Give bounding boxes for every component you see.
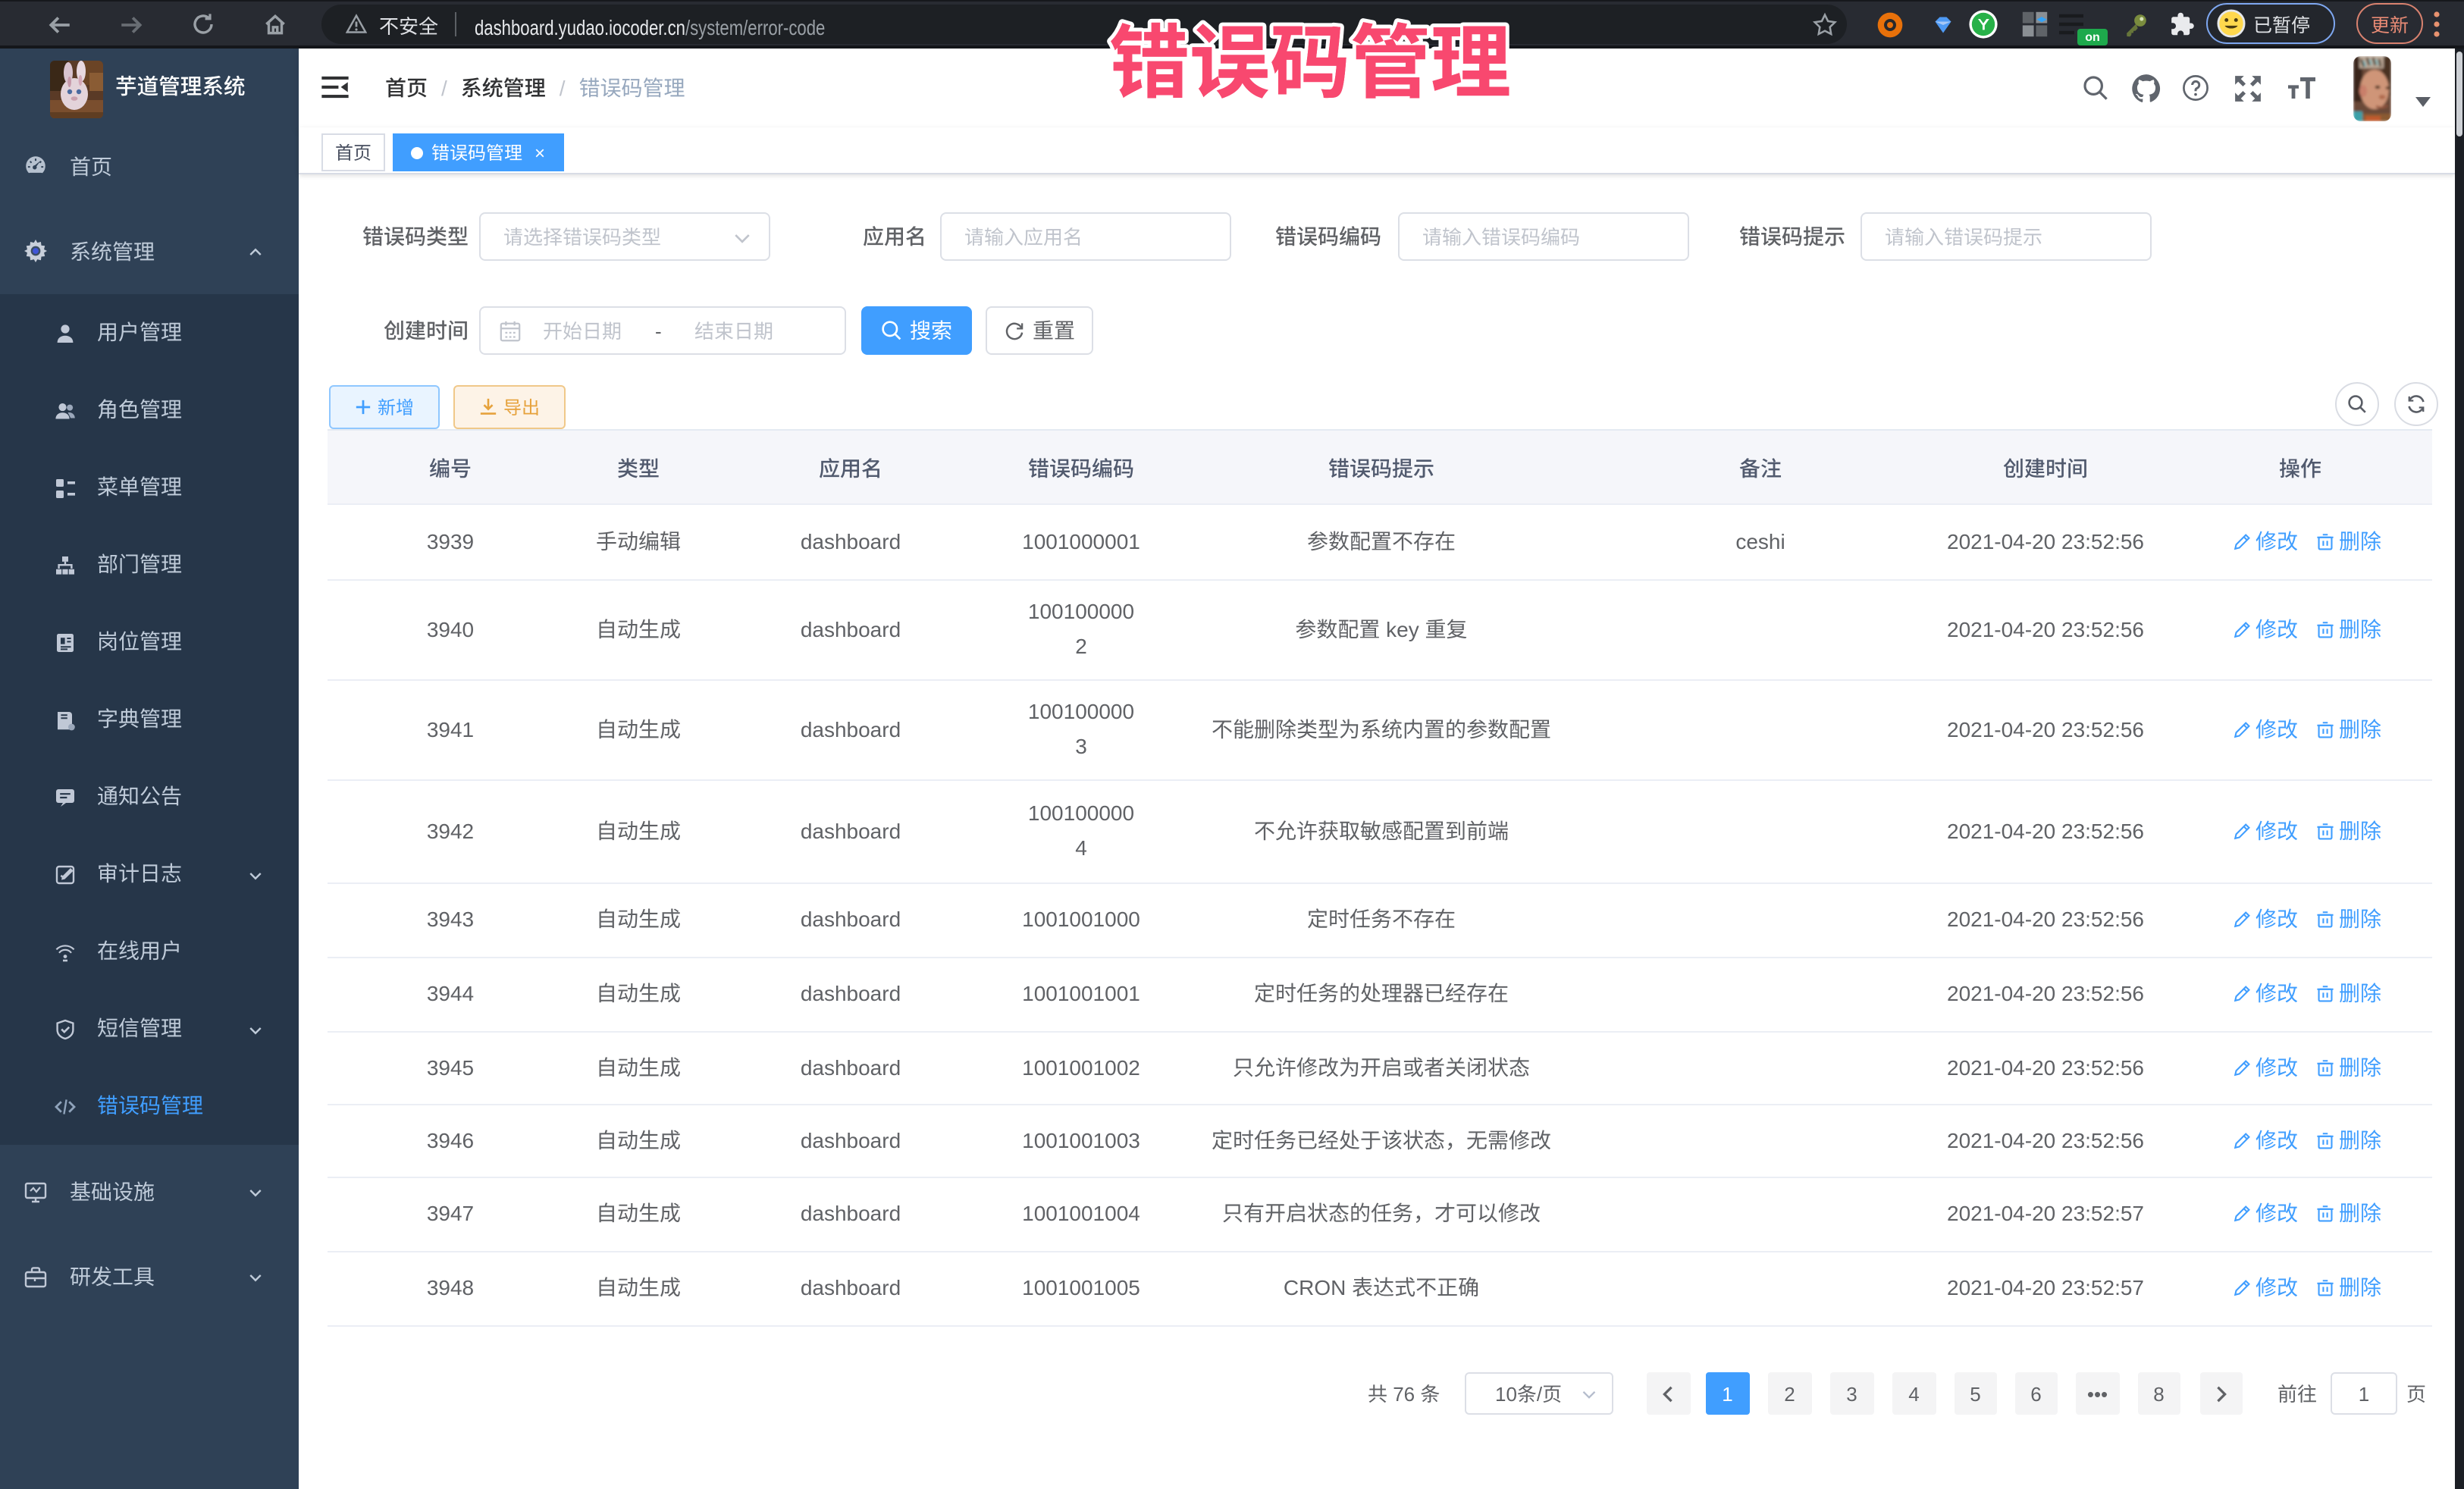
svg-text:错误码管理: 错误码管理 (1109, 0, 1511, 114)
